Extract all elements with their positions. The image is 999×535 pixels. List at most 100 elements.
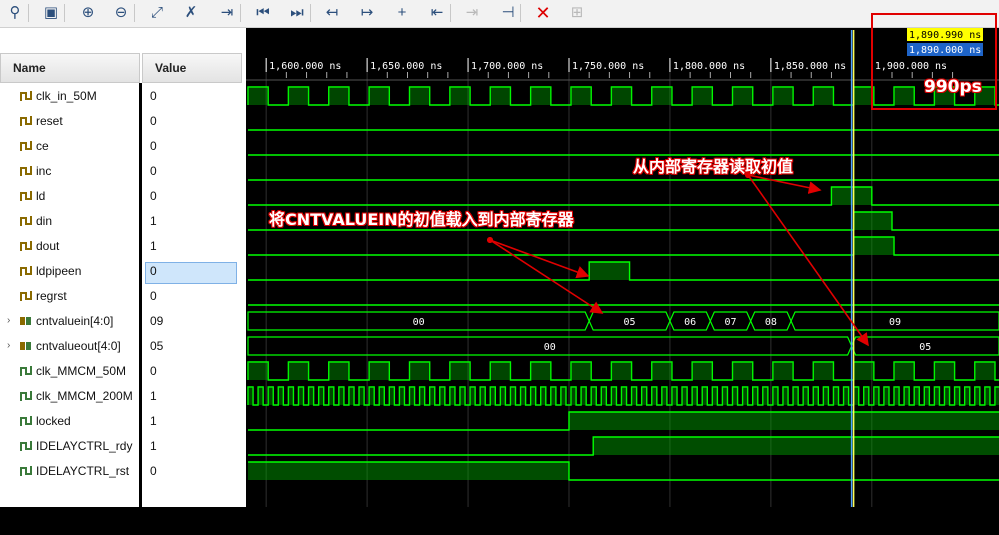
clock-high-fill (439, 387, 445, 405)
clock-high-fill (712, 387, 718, 405)
clock-high-fill (389, 387, 395, 405)
bus-value-label: 08 (765, 317, 777, 328)
clock-high-fill (914, 387, 920, 405)
clock-high-fill (288, 387, 294, 405)
clock-high-fill (328, 387, 334, 405)
clock-high-fill (853, 87, 874, 105)
clock-high-fill (651, 87, 672, 105)
clock-high-fill (813, 387, 819, 405)
clock-high-fill (651, 387, 657, 405)
clock-high-fill (621, 387, 627, 405)
clock-high-fill (550, 387, 556, 405)
clock-high-fill (369, 87, 390, 105)
bus-value-label: 06 (684, 317, 696, 328)
clock-high-fill (611, 87, 632, 105)
clock-high-fill (399, 387, 405, 405)
clock-high-fill (248, 387, 254, 405)
bus-value-label: 07 (724, 317, 736, 328)
clock-high-fill (671, 387, 677, 405)
clock-high-fill (732, 87, 753, 105)
clock-high-fill (591, 387, 597, 405)
clock-high-fill (772, 387, 778, 405)
clock-high-fill (692, 362, 713, 380)
clock-high-fill (833, 387, 839, 405)
clock-high-fill (934, 362, 955, 380)
clock-high-fill (500, 387, 506, 405)
clock-high-fill (853, 362, 874, 380)
time-tick-label: 1,800.000 ns (673, 61, 745, 72)
clock-high-fill (692, 87, 713, 105)
clock-high-fill (934, 387, 940, 405)
clock-high-fill (480, 387, 486, 405)
clock-high-fill (369, 387, 375, 405)
clock-high-fill (560, 387, 566, 405)
clock-high-fill (288, 362, 309, 380)
clock-high-fill (752, 387, 758, 405)
time-tick-label: 1,650.000 ns (370, 61, 442, 72)
level-high-fill (853, 237, 895, 255)
clock-high-fill (530, 387, 536, 405)
secondary-cursor-label: 1,890.000 ns (909, 45, 981, 56)
clock-high-fill (782, 387, 789, 405)
clock-high-fill (459, 387, 466, 405)
clock-high-fill (994, 387, 999, 405)
clock-high-fill (530, 87, 551, 105)
clock-high-fill (732, 362, 753, 380)
clock-high-fill (449, 362, 471, 380)
delta-annotation: 990ps (924, 77, 982, 97)
clock-high-fill (510, 387, 516, 405)
clock-high-fill (974, 362, 995, 380)
clock-high-fill (772, 362, 794, 380)
clock-high-fill (651, 362, 672, 380)
read-annotation: 从内部寄存器读取初值 (633, 157, 794, 176)
clock-high-fill (904, 387, 910, 405)
clock-high-fill (328, 362, 349, 380)
clock-high-fill (772, 87, 794, 105)
waveform-canvas[interactable]: 1,600.000 ns 1,650.000 ns 1,700.000 ns 1,75… (0, 0, 999, 507)
clock-high-fill (883, 387, 889, 405)
level-high-fill (853, 212, 893, 230)
clock-high-fill (742, 387, 748, 405)
clock-high-fill (278, 387, 284, 405)
clock-high-fill (964, 387, 970, 405)
bus-value-label: 00 (544, 342, 556, 353)
clock-high-fill (490, 87, 511, 105)
annotation-arrow-dot (487, 237, 493, 243)
clock-high-fill (611, 362, 632, 380)
clock-high-fill (813, 362, 834, 380)
bus-value-label: 00 (413, 317, 425, 328)
clock-high-fill (631, 387, 637, 405)
clock-high-fill (308, 387, 314, 405)
clock-high-fill (248, 362, 269, 380)
clock-high-fill (470, 387, 476, 405)
clock-high-fill (692, 387, 698, 405)
clock-high-fill (762, 387, 768, 405)
clock-high-fill (803, 387, 809, 405)
clock-high-fill (863, 387, 869, 405)
clock-high-fill (449, 87, 471, 105)
clock-high-fill (530, 362, 551, 380)
level-high-fill (248, 462, 569, 480)
clock-high-fill (520, 387, 526, 405)
clock-high-fill (248, 87, 269, 105)
clock-high-fill (540, 387, 546, 405)
clock-high-fill (490, 387, 496, 405)
clock-high-fill (944, 387, 950, 405)
clock-high-fill (873, 387, 879, 405)
clock-high-fill (954, 387, 960, 405)
clock-high-fill (419, 387, 425, 405)
clock-high-fill (682, 387, 688, 405)
clock-high-fill (843, 387, 849, 405)
clock-high-fill (258, 387, 264, 405)
clock-high-fill (793, 387, 799, 405)
clock-high-fill (409, 387, 415, 405)
clock-high-fill (369, 362, 390, 380)
clock-high-fill (581, 387, 587, 405)
clock-high-fill (571, 387, 577, 405)
clock-high-fill (409, 87, 430, 105)
clock-high-fill (641, 387, 647, 405)
clock-high-fill (702, 387, 708, 405)
clock-high-fill (894, 387, 900, 405)
time-tick-label: 1,750.000 ns (572, 61, 644, 72)
clock-high-fill (348, 387, 354, 405)
